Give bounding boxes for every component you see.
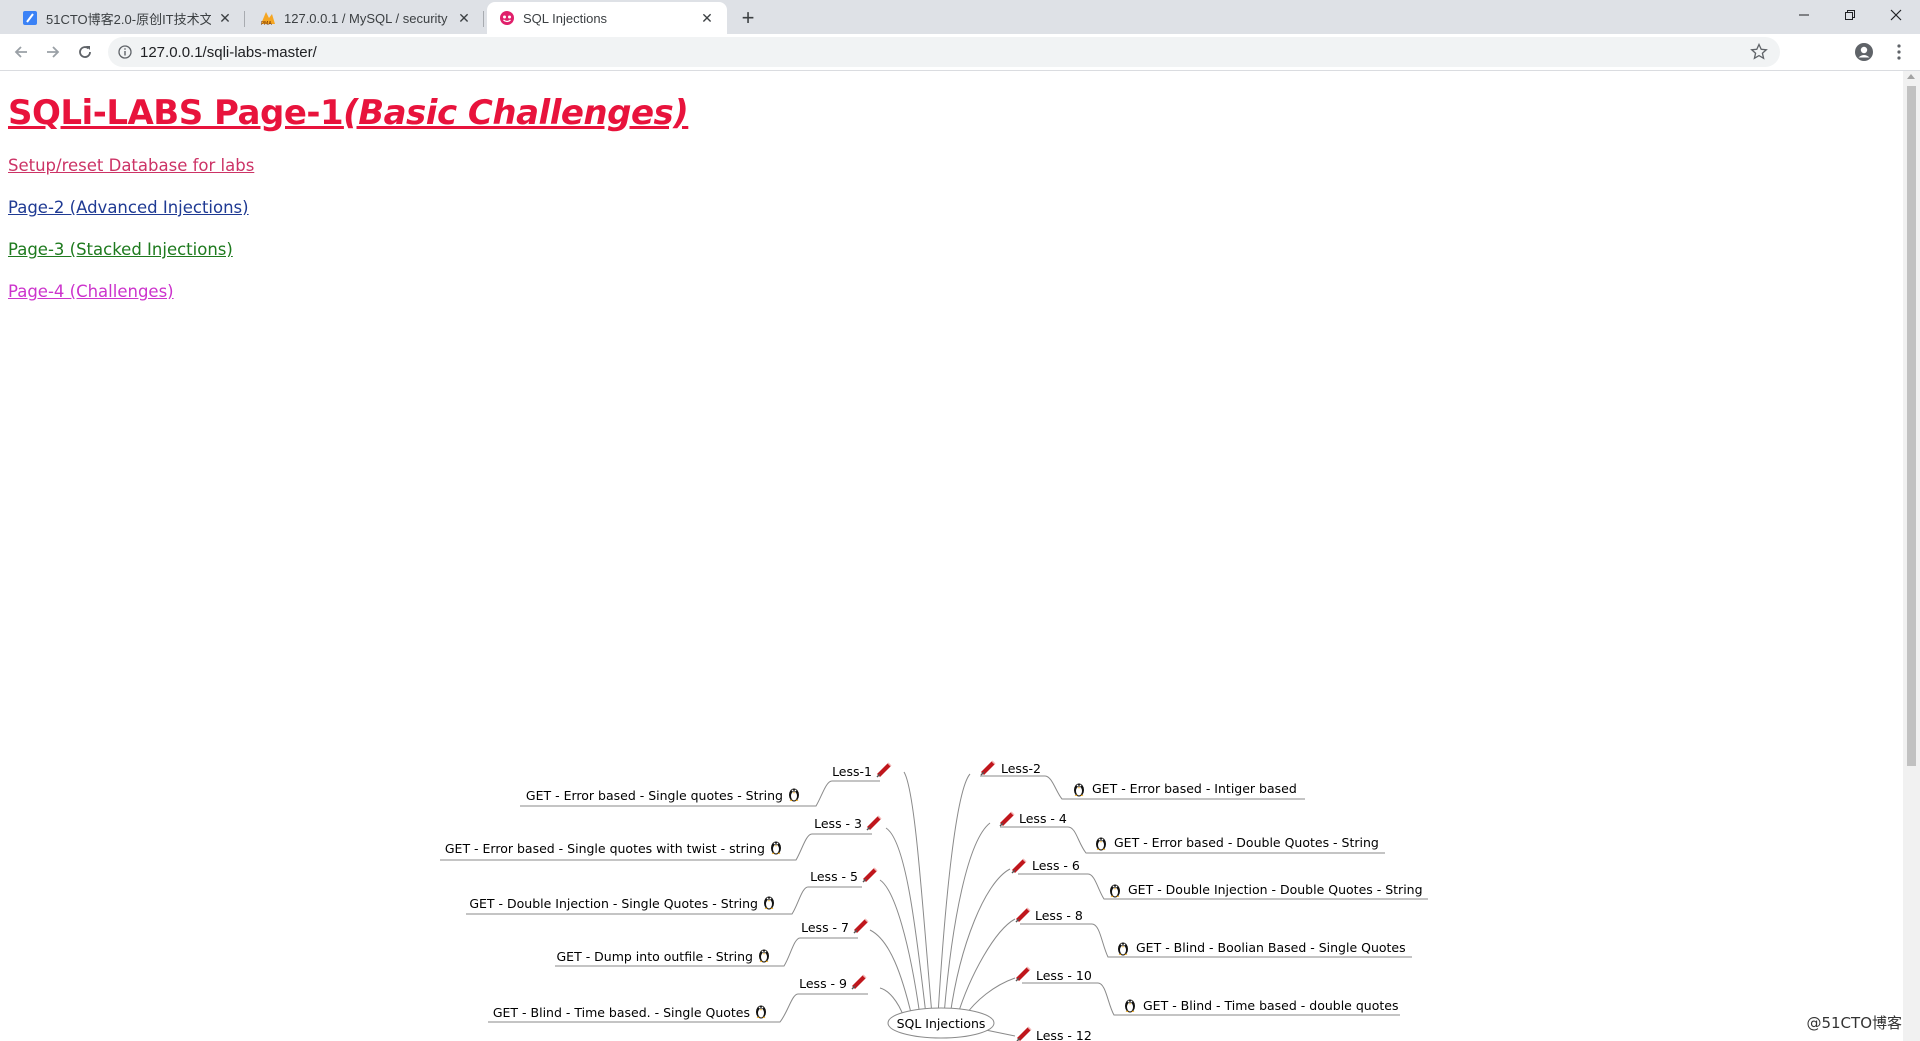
lesson-node-9[interactable]: Less - 9 <box>799 974 867 991</box>
pencil-icon <box>851 974 867 990</box>
penguin-icon <box>1110 884 1120 898</box>
pencil-icon <box>853 918 869 934</box>
sql-injections-mindmap: SQL Injections Less-1 GET - Error based … <box>440 760 1428 1041</box>
lesson-label[interactable]: Less-1 <box>832 764 872 779</box>
lesson-node-5[interactable]: Less - 5 <box>810 867 878 884</box>
lesson-node-1[interactable]: Less-1 <box>832 762 892 779</box>
penguin-icon <box>771 841 781 855</box>
penguin-icon <box>759 949 769 963</box>
lesson-node-12[interactable]: Less - 12 <box>1016 1026 1092 1041</box>
lesson-desc-label[interactable]: GET - Error based - Single quotes - Stri… <box>526 788 783 803</box>
lesson-node-4[interactable]: Less - 4 <box>999 811 1067 827</box>
pencil-icon <box>866 815 882 831</box>
lesson-desc-7[interactable]: GET - Dump into outfile - String <box>557 949 770 964</box>
penguin-icon <box>1074 783 1084 797</box>
pencil-icon <box>876 762 892 778</box>
scrollbar-thumb[interactable] <box>1907 86 1916 766</box>
lesson-desc-4[interactable]: GET - Error based - Double Quotes - Stri… <box>1096 835 1379 851</box>
lesson-desc-2[interactable]: GET - Error based - Intiger based <box>1074 781 1297 797</box>
lesson-label[interactable]: Less - 6 <box>1032 858 1080 873</box>
lesson-node-2[interactable]: Less-2 <box>980 760 1041 776</box>
lesson-desc-label[interactable]: GET - Blind - Time based. - Single Quote… <box>493 1005 750 1020</box>
lesson-desc-8[interactable]: GET - Blind - Boolian Based - Single Quo… <box>1118 940 1406 956</box>
penguin-icon <box>756 1005 766 1019</box>
lesson-label[interactable]: Less - 3 <box>814 816 862 831</box>
lesson-label[interactable]: Less-2 <box>1001 761 1041 776</box>
lesson-desc-3[interactable]: GET - Error based - Single quotes with t… <box>445 841 781 856</box>
pencil-icon <box>980 760 996 776</box>
pencil-icon <box>1011 858 1027 874</box>
pencil-icon <box>1016 1026 1032 1041</box>
lesson-desc-1[interactable]: GET - Error based - Single quotes - Stri… <box>526 788 799 803</box>
lesson-desc-6[interactable]: GET - Double Injection - Double Quotes -… <box>1110 882 1423 898</box>
lesson-label[interactable]: Less - 4 <box>1019 811 1067 826</box>
penguin-icon <box>1125 999 1135 1013</box>
lesson-desc-label[interactable]: GET - Error based - Intiger based <box>1092 781 1297 796</box>
lesson-desc-9[interactable]: GET - Blind - Time based. - Single Quote… <box>493 1005 766 1020</box>
lesson-desc-label[interactable]: GET - Double Injection - Single Quotes -… <box>469 896 758 911</box>
lesson-label[interactable]: Less - 9 <box>799 976 847 991</box>
lesson-label[interactable]: Less - 7 <box>801 920 849 935</box>
scroll-up-arrow-icon[interactable] <box>1907 74 1915 79</box>
pencil-icon <box>999 811 1015 827</box>
vertical-scrollbar[interactable] <box>1903 71 1920 1041</box>
penguin-icon <box>789 788 799 802</box>
pencil-icon <box>862 867 878 883</box>
pencil-icon <box>1015 907 1031 923</box>
lesson-desc-5[interactable]: GET - Double Injection - Single Quotes -… <box>469 896 774 911</box>
lesson-node-10[interactable]: Less - 10 <box>1015 966 1092 983</box>
penguin-icon <box>764 896 774 910</box>
lesson-label[interactable]: Less - 8 <box>1035 908 1083 923</box>
lesson-label[interactable]: Less - 5 <box>810 869 858 884</box>
lesson-desc-label[interactable]: GET - Double Injection - Double Quotes -… <box>1128 882 1423 897</box>
lesson-node-8[interactable]: Less - 8 <box>1015 907 1083 923</box>
lesson-desc-10[interactable]: GET - Blind - Time based - double quotes <box>1125 998 1398 1013</box>
lesson-desc-label[interactable]: GET - Blind - Boolian Based - Single Quo… <box>1136 940 1406 955</box>
mindmap-center-label: SQL Injections <box>897 1016 986 1031</box>
lesson-desc-label[interactable]: GET - Error based - Double Quotes - Stri… <box>1114 835 1379 850</box>
pencil-icon <box>1015 966 1031 982</box>
penguin-icon <box>1118 942 1128 956</box>
watermark: @51CTO博客 <box>1806 1014 1902 1032</box>
lesson-node-7[interactable]: Less - 7 <box>801 918 869 935</box>
lesson-desc-label[interactable]: GET - Blind - Time based - double quotes <box>1143 998 1398 1013</box>
lesson-desc-label[interactable]: GET - Error based - Single quotes with t… <box>445 841 765 856</box>
penguin-icon <box>1096 837 1106 851</box>
lesson-label[interactable]: Less - 10 <box>1036 968 1092 983</box>
lesson-desc-label[interactable]: GET - Dump into outfile - String <box>557 949 754 964</box>
lesson-node-3[interactable]: Less - 3 <box>814 815 882 831</box>
lesson-node-6[interactable]: Less - 6 <box>1011 858 1080 874</box>
lesson-label[interactable]: Less - 12 <box>1036 1028 1092 1041</box>
